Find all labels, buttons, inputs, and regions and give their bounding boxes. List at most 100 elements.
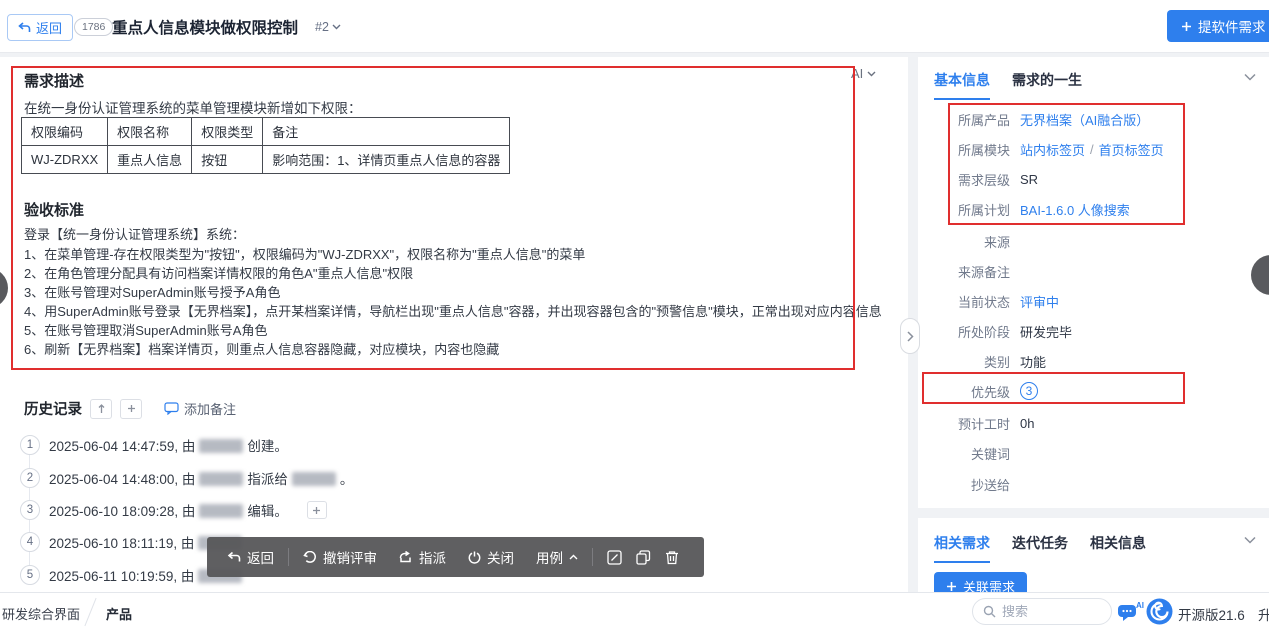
svg-text:AI: AI [1136,601,1144,610]
field-category: 类别 功能 [918,351,1269,371]
tab-basic-info[interactable]: 基本信息 [934,70,990,100]
tab-requirement-lifecycle[interactable]: 需求的一生 [1012,70,1082,100]
cell-permission-type: 按钮 [192,146,263,174]
copy-icon-button[interactable] [636,550,651,565]
acceptance-heading: 验收标准 [24,199,84,220]
create-requirement-label: 提软件需求 [1198,16,1266,36]
status-badge: 评审中 [1020,292,1059,311]
cell-remark: 影响范围：1、详情页重点人信息的容器 [263,146,510,174]
acceptance-item: 2、在角色管理分配具有访问档案详情权限的角色A"重点人信息"权限 [24,264,882,283]
description-heading: 需求描述 [24,70,84,91]
history-entry-number: 3 [20,500,40,520]
history-entry-text: 2025-06-04 14:48:00, 由指派给。 [49,468,353,488]
ai-dropdown[interactable]: AI [851,66,876,81]
revoke-review-button[interactable]: 撤销评审 [303,547,377,567]
plan-link[interactable]: BAI-1.6.0 人像搜索 [1020,200,1130,219]
field-product: 所属产品 无界档案（AI融合版） [918,109,1269,129]
product-link[interactable]: 无界档案（AI融合版） [1020,110,1149,129]
priority-badge: 3 [1020,382,1038,400]
description-intro: 在统一身份认证管理系统的菜单管理模块新增如下权限： [24,97,362,117]
breadcrumb-product[interactable]: 产品 [106,604,132,623]
ai-dropdown-label: AI [851,66,863,81]
assign-button[interactable]: 指派 [399,547,446,567]
acceptance-item: 3、在账号管理对SuperAdmin账号授予A角色 [24,283,882,302]
field-requirement-level: 需求层级 SR [918,169,1269,189]
expand-sidebar-handle[interactable] [900,318,920,354]
col-remark: 备注 [263,118,510,146]
zentao-logo[interactable] [1146,598,1173,625]
back-icon [18,22,31,33]
usecase-dropdown[interactable]: 用例 [536,547,578,567]
tab-related-requirements[interactable]: 相关需求 [934,533,990,563]
field-status: 当前状态 评审中 [918,291,1269,311]
add-comment-button[interactable]: 添加备注 [164,399,236,418]
create-requirement-button[interactable]: 提软件需求 [1167,10,1269,42]
history-heading: 历史记录 [24,398,82,419]
back-button[interactable]: 返回 [7,14,73,41]
ai-assistant-icon[interactable]: AI [1117,600,1145,622]
field-plan: 所属计划 BAI-1.6.0 人像搜索 [918,199,1269,219]
edit-icon-button[interactable] [607,550,622,565]
history-entry-number: 1 [20,435,40,455]
top-bar: 返回 1786 重点人信息模块做权限控制 #2 提软件需求 [0,0,1269,53]
chevron-down-icon [867,71,876,77]
plus-icon [946,581,957,592]
power-icon [468,551,481,564]
module-link[interactable]: 站内标签页 [1020,140,1085,159]
upgrade-link[interactable]: 升 [1258,604,1269,624]
search-input[interactable] [1002,604,1092,619]
delete-icon-button[interactable] [665,550,679,565]
collapse-panel-icon[interactable] [1244,73,1256,81]
history-header: 历史记录 添加备注 [24,398,236,419]
history-entry-number: 4 [20,532,40,552]
breadcrumb-separator [84,598,96,626]
col-permission-name: 权限名称 [108,118,192,146]
field-cc-to: 抄送给 [918,474,1269,494]
col-permission-code: 权限编码 [22,118,108,146]
sort-history-button[interactable] [90,399,112,419]
cell-permission-code: WJ-ZDRXX [22,146,108,174]
chevron-up-icon [569,554,578,560]
close-button[interactable]: 关闭 [468,547,514,567]
table-header-row: 权限编码 权限名称 权限类型 备注 [22,118,510,146]
expand-entry-button[interactable] [307,501,327,519]
version-dropdown[interactable]: #2 [315,20,341,34]
history-entry: 3 2025-06-10 18:09:28, 由编辑。 [20,500,327,520]
back-button-label: 返回 [36,18,62,37]
action-toolbar: 返回 撤销评审 指派 关闭 用例 [207,537,704,577]
tab-related-info[interactable]: 相关信息 [1090,533,1146,563]
acceptance-item: 6、刷新【无界档案】档案详情页，则重点人信息容器隐藏，对应模块，内容也隐藏 [24,340,882,359]
related-panel: 相关需求 迭代任务 相关信息 关联需求 [918,518,1269,592]
collapse-panel-icon[interactable] [1244,536,1256,544]
field-module: 所属模块 站内标签页 / 首页标签页 [918,139,1269,159]
related-tabs: 相关需求 迭代任务 相关信息 [934,533,1146,563]
bottom-status-bar: 研发综合界面 产品 AI 开源版21.6 升 [0,592,1269,630]
history-entry-number: 2 [20,468,40,488]
undo-icon [303,551,317,564]
tab-iteration-tasks[interactable]: 迭代任务 [1012,533,1068,563]
redacted-name [199,472,243,486]
global-search[interactable] [972,598,1112,625]
add-comment-label: 添加备注 [184,399,236,418]
toolbar-divider [592,548,593,566]
workspace-breadcrumb[interactable]: 研发综合界面 [2,604,80,623]
redacted-name [199,504,243,518]
page-title: 重点人信息模块做权限控制 [112,16,298,38]
permission-table: 权限编码 权限名称 权限类型 备注 WJ-ZDRXX 重点人信息 按钮 影响范围… [21,117,510,174]
toolbar-divider [288,548,289,566]
field-estimated-hours: 预计工时 0h [918,413,1269,433]
history-entry-number: 5 [20,565,40,585]
module-link[interactable]: 首页标签页 [1099,140,1164,159]
field-stage: 所处阶段 研发完毕 [918,321,1269,341]
acceptance-item: 1、在菜单管理-存在权限类型为"按钮"，权限编码为"WJ-ZDRXX"，权限名称… [24,245,882,264]
field-keywords: 关键词 [918,443,1269,463]
hand-pointer-icon [399,551,413,564]
toolbar-back-button[interactable]: 返回 [227,547,274,567]
back-icon [227,551,241,563]
version-label: #2 [315,20,329,34]
chevron-down-icon [332,24,341,30]
search-icon [983,605,996,618]
expand-history-button[interactable] [120,399,142,419]
field-priority: 优先级 3 [918,381,1269,401]
table-row: WJ-ZDRXX 重点人信息 按钮 影响范围：1、详情页重点人信息的容器 [22,146,510,174]
